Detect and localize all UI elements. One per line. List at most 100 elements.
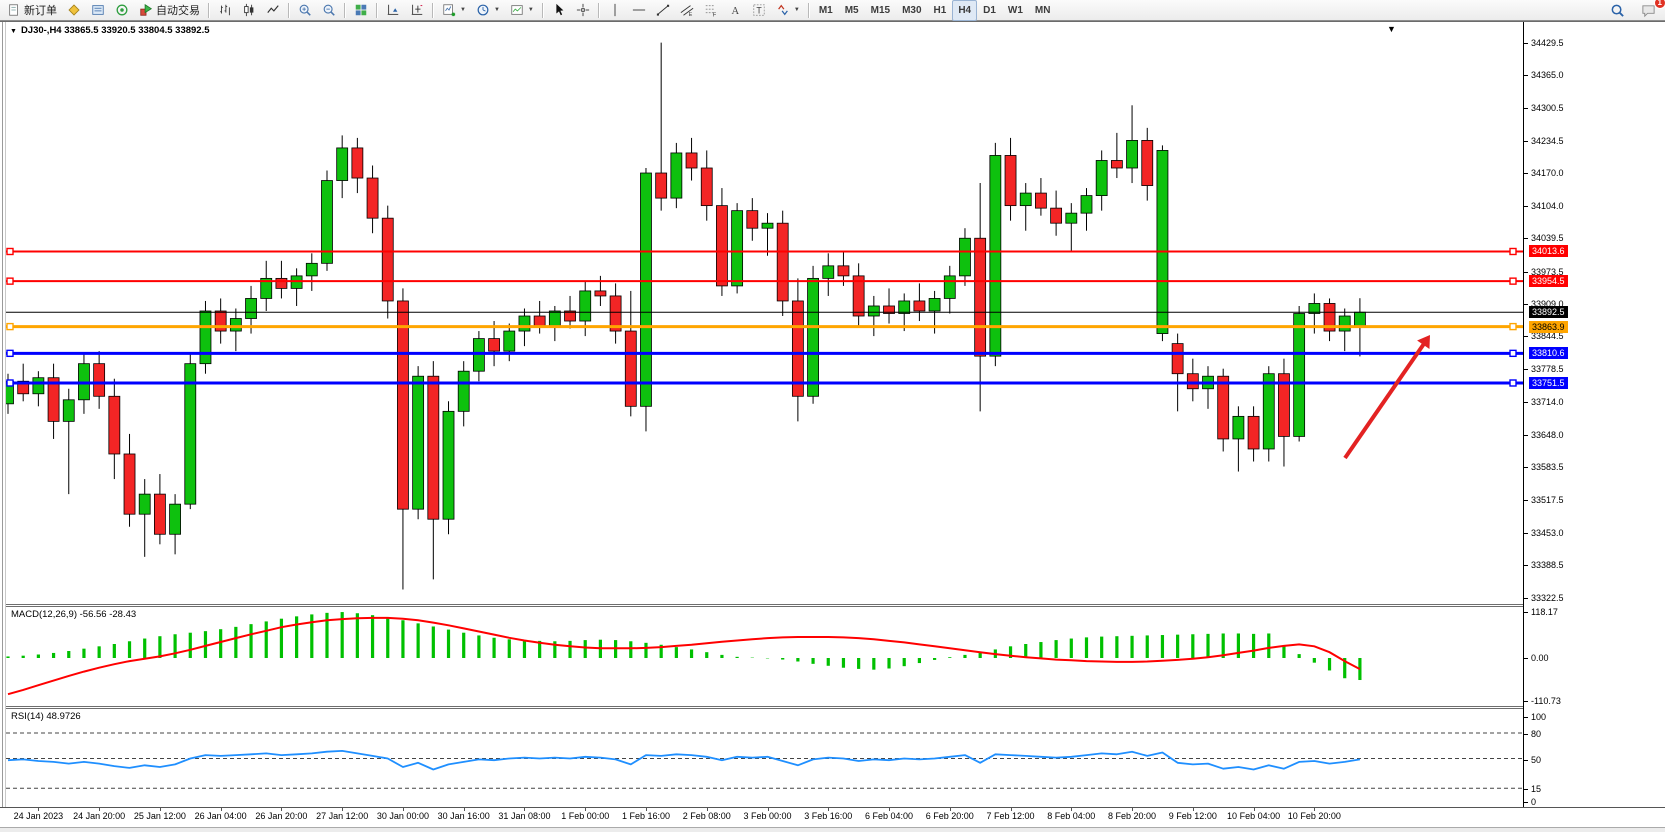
price-tick xyxy=(1524,75,1528,76)
line-chart-icon xyxy=(266,3,280,17)
fibonacci-button[interactable]: F xyxy=(699,0,723,21)
price-tick xyxy=(1524,565,1528,566)
chart-shift-button[interactable] xyxy=(405,0,429,21)
chart-window: ▼DJ30-,H4 33865.5 33920.5 33804.5 33892.… xyxy=(0,21,1665,832)
candles xyxy=(6,43,1365,590)
line-chart-button[interactable] xyxy=(261,0,285,21)
chart-shift-icon xyxy=(410,3,424,17)
bar-chart-button[interactable] xyxy=(213,0,237,21)
data-window-button[interactable] xyxy=(110,0,134,21)
tf-mn-button[interactable]: MN xyxy=(1029,0,1057,21)
time-label: 26 Jan 20:00 xyxy=(255,811,307,821)
price-tick-label: 33714.0 xyxy=(1531,397,1564,407)
time-label: 30 Jan 16:00 xyxy=(438,811,490,821)
candlestick-button[interactable] xyxy=(237,0,261,21)
collapse-icon[interactable]: ▼ xyxy=(10,28,17,35)
time-label: 31 Jan 08:00 xyxy=(498,811,550,821)
price-line-tag[interactable]: 34013.6 xyxy=(1529,245,1568,257)
chevron-down-icon[interactable]: ▼ xyxy=(494,7,500,13)
trendline-button[interactable] xyxy=(651,0,675,21)
price-tick-label: 34039.5 xyxy=(1531,233,1564,243)
toolbar: 新订单 自动交易 ▼ ▼ ▼ E F AT ▼ M1 M5 M15 M30H1H4D1W1 MN 1 xyxy=(0,0,1665,21)
price-tick-label: 34429.5 xyxy=(1531,38,1564,48)
chevron-down-icon[interactable]: ▼ xyxy=(460,7,466,13)
equidistant-channel-button[interactable]: E xyxy=(675,0,699,21)
price-tick-label: 33844.5 xyxy=(1531,331,1564,341)
toolbar-separator xyxy=(376,3,378,18)
tf-m15-button-label: M15 xyxy=(871,5,890,16)
chevron-down-icon[interactable]: ▼ xyxy=(794,7,800,13)
new-order-icon xyxy=(7,3,21,17)
crosshair-button[interactable] xyxy=(571,0,595,21)
chat-button[interactable]: 1 xyxy=(1636,0,1661,21)
price-tick xyxy=(1524,108,1528,109)
zoom-in-button[interactable] xyxy=(293,0,317,21)
price-line-tag[interactable]: 33863.9 xyxy=(1529,321,1568,333)
tf-mn-button-label: MN xyxy=(1035,5,1051,16)
label-icon: T xyxy=(752,3,766,17)
market-watch-button[interactable] xyxy=(86,0,110,21)
price-tick xyxy=(1524,43,1528,44)
bar-chart-icon xyxy=(218,3,232,17)
time-label: 8 Feb 20:00 xyxy=(1108,811,1156,821)
window-border-left xyxy=(2,22,3,828)
autotrading-button[interactable]: 自动交易 xyxy=(134,0,205,21)
current-price-tag[interactable]: 33892.5 xyxy=(1529,306,1568,318)
vertical-line-button[interactable] xyxy=(603,0,627,21)
profiles-button[interactable]: ▼ xyxy=(471,0,505,21)
price-tick xyxy=(1524,238,1528,239)
price-tick xyxy=(1524,402,1528,403)
search-button[interactable] xyxy=(1605,0,1630,21)
tf-m1-button-label: M1 xyxy=(819,5,833,16)
fibonacci-icon: F xyxy=(704,3,718,17)
macd-tick xyxy=(1524,612,1528,613)
tf-m30-button[interactable]: M30 xyxy=(896,0,927,21)
arrows-button[interactable]: ▼ xyxy=(771,0,805,21)
candlestick-chart[interactable]: ▼ xyxy=(6,22,1523,604)
symbols-button[interactable] xyxy=(62,0,86,21)
tf-w1-button[interactable]: W1 xyxy=(1002,0,1029,21)
tf-m5-button[interactable]: M5 xyxy=(839,0,865,21)
tf-h4-button[interactable]: H4 xyxy=(952,0,977,21)
cursor-button[interactable] xyxy=(547,0,571,21)
chevron-down-icon[interactable]: ▼ xyxy=(528,7,534,13)
tf-m15-button[interactable]: M15 xyxy=(865,0,896,21)
time-label: 1 Feb 16:00 xyxy=(622,811,670,821)
horizontal-line-button[interactable] xyxy=(627,0,651,21)
rsi-chart[interactable] xyxy=(6,709,1523,807)
chart-shift-icon[interactable]: ▼ xyxy=(1387,24,1396,34)
rsi-panel[interactable]: RSI(14) 48.9726 xyxy=(6,709,1523,807)
price-scale[interactable]: 34429.534365.034300.534234.534170.034104… xyxy=(1524,22,1658,828)
price-tick xyxy=(1524,173,1528,174)
label-button[interactable]: T xyxy=(747,0,771,21)
zoom-out-button[interactable] xyxy=(317,0,341,21)
time-axis[interactable]: 24 Jan 202324 Jan 20:0025 Jan 12:0026 Ja… xyxy=(0,807,1665,828)
main-chart[interactable]: ▼ xyxy=(6,22,1523,604)
macd-panel[interactable]: MACD(12,26,9) -56.56 -28.43 xyxy=(6,607,1523,706)
price-line-tag[interactable]: 33751.5 xyxy=(1529,377,1568,389)
new-chart-button[interactable]: ▼ xyxy=(437,0,471,21)
price-tick xyxy=(1524,304,1528,305)
rsi-scale-label: 15 xyxy=(1531,784,1541,794)
time-label: 27 Jan 12:00 xyxy=(316,811,368,821)
svg-text:T: T xyxy=(756,6,762,16)
text-button[interactable]: A xyxy=(723,0,747,21)
time-label: 6 Feb 20:00 xyxy=(926,811,974,821)
tf-m1-button[interactable]: M1 xyxy=(813,0,839,21)
arrows-icon xyxy=(776,3,790,17)
time-label: 9 Feb 12:00 xyxy=(1169,811,1217,821)
price-line-tag[interactable]: 33810.6 xyxy=(1529,347,1568,359)
rsi-line xyxy=(8,751,1360,770)
tf-h1-button[interactable]: H1 xyxy=(928,0,953,21)
macd-chart[interactable] xyxy=(6,607,1523,706)
templates-button[interactable]: ▼ xyxy=(505,0,539,21)
svg-text:F: F xyxy=(713,13,717,17)
new-order-button-label: 新订单 xyxy=(24,2,57,18)
tf-d1-button[interactable]: D1 xyxy=(977,0,1002,21)
tile-windows-button[interactable] xyxy=(349,0,373,21)
search-icon xyxy=(1610,3,1625,18)
auto-scroll-button[interactable] xyxy=(381,0,405,21)
new-order-button[interactable]: 新订单 xyxy=(2,0,62,21)
price-line-tag[interactable]: 33954.5 xyxy=(1529,275,1568,287)
price-tick-label: 33778.5 xyxy=(1531,364,1564,374)
